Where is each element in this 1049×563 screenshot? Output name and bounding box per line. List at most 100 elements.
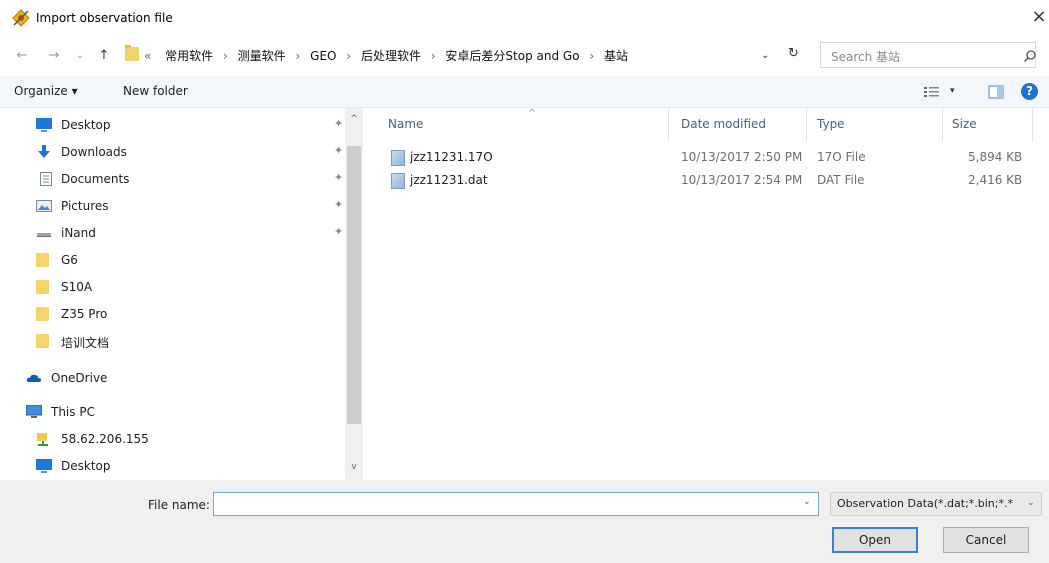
drive-icon [37, 233, 51, 237]
address-bar[interactable]: « 常用软件 › 测量软件 › GEO › 后处理软件 › 安卓后差分Stop … [122, 43, 812, 67]
file-type: DAT File [817, 173, 865, 187]
search-input[interactable]: Search 基站 [820, 42, 1036, 68]
folder-icon [36, 253, 49, 267]
sidebar-item-onedrive[interactable]: OneDrive [0, 365, 344, 391]
file-date: 10/13/2017 2:54 PM [681, 173, 803, 187]
table-row[interactable]: jzz11231.dat 10/13/2017 2:54 PM DAT File… [376, 170, 1036, 192]
dialog-footer: File name: ⌄ Observation Data(*.dat;*.bi… [0, 480, 1049, 563]
window-title: Import observation file [36, 11, 173, 25]
app-icon [12, 9, 30, 27]
column-divider[interactable] [1032, 108, 1033, 142]
sort-ascending-icon: ^ [528, 108, 537, 119]
sidebar-item-network-drive[interactable]: 58.62.206.155 [0, 426, 344, 452]
pin-icon[interactable]: ✦ [334, 198, 343, 211]
column-header-type[interactable]: Type [817, 117, 845, 131]
sidebar-item-s10a[interactable]: S10A [0, 274, 344, 300]
organize-button[interactable]: Organize ▾ [14, 84, 78, 98]
scroll-down-icon[interactable]: v [345, 462, 363, 476]
recent-locations-icon[interactable]: ⌄ [72, 46, 88, 66]
address-dropdown-icon[interactable]: ⌄ [761, 48, 775, 64]
breadcrumb-separator: › [346, 49, 352, 63]
pictures-icon [36, 200, 52, 212]
sidebar-scrollbar[interactable]: ^ v [345, 108, 363, 480]
folder-icon [36, 307, 49, 321]
folder-icon [36, 334, 49, 348]
network-drive-icon [37, 433, 48, 446]
desktop-icon [36, 459, 52, 473]
view-options-icon[interactable] [923, 85, 941, 99]
scrollbar-thumb[interactable] [347, 146, 361, 424]
breadcrumb-separator: › [295, 49, 301, 63]
file-name: jzz11231.17O [410, 150, 493, 164]
breadcrumb-separator: › [589, 49, 595, 63]
scroll-up-icon[interactable]: ^ [345, 114, 363, 128]
sidebar-item-g6[interactable]: G6 [0, 247, 344, 273]
file-name-dropdown-icon[interactable]: ⌄ [803, 497, 815, 511]
file-name-label: File name: [148, 498, 210, 512]
sidebar-item-desktop-2[interactable]: Desktop [0, 453, 344, 479]
folder-icon [36, 280, 49, 294]
sidebar-item-pictures[interactable]: Pictures ✦ [0, 193, 344, 219]
sidebar-item-this-pc[interactable]: This PC [0, 399, 344, 425]
column-header-date-modified[interactable]: Date modified [681, 117, 766, 131]
cancel-button[interactable]: Cancel [943, 527, 1029, 553]
open-button[interactable]: Open [832, 527, 918, 553]
search-icon[interactable] [1023, 49, 1037, 63]
refresh-icon[interactable]: ↻ [788, 45, 804, 63]
pin-icon[interactable]: ✦ [334, 144, 343, 157]
breadcrumb-item[interactable]: 基站 [604, 49, 628, 63]
file-size: 2,416 KB [968, 173, 1023, 187]
up-arrow-icon[interactable]: ↑ [96, 46, 112, 66]
sidebar-item-label: Desktop [61, 118, 111, 132]
table-row[interactable]: jzz11231.17O 10/13/2017 2:50 PM 17O File… [376, 147, 1036, 169]
help-icon[interactable]: ? [1021, 83, 1038, 100]
sidebar-item-label: OneDrive [51, 371, 108, 385]
breadcrumb-item[interactable]: 后处理软件 [361, 49, 421, 63]
column-divider[interactable] [668, 108, 669, 142]
column-divider[interactable] [942, 108, 943, 142]
file-icon [391, 173, 405, 189]
breadcrumb-item[interactable]: 安卓后差分Stop and Go [445, 49, 579, 63]
file-type: 17O File [817, 150, 866, 164]
forward-arrow-icon[interactable]: → [46, 46, 62, 66]
file-type-filter-select[interactable]: Observation Data(*.dat;*.bin;*.* ⌄ [830, 492, 1042, 516]
sidebar-item-training-docs[interactable]: 培训文档 [0, 328, 344, 354]
preview-pane-icon[interactable] [988, 85, 1004, 99]
column-divider[interactable] [806, 108, 807, 142]
onedrive-icon [26, 374, 41, 382]
new-folder-button[interactable]: New folder [123, 84, 188, 98]
back-arrow-icon[interactable]: ← [14, 46, 30, 66]
file-date: 10/13/2017 2:50 PM [681, 150, 803, 164]
sidebar-item-label: Desktop [61, 459, 111, 473]
breadcrumb-overflow-icon[interactable]: « [144, 49, 151, 63]
downloads-icon [38, 145, 50, 158]
search-placeholder: Search 基站 [831, 50, 901, 64]
view-dropdown-icon[interactable]: ▾ [950, 86, 960, 98]
sidebar-item-documents[interactable]: Documents ✦ [0, 166, 344, 192]
file-type-filter-value: Observation Data(*.dat;*.bin;*.* [837, 497, 1013, 510]
column-header-name[interactable]: Name [388, 117, 423, 131]
file-name: jzz11231.dat [410, 173, 488, 187]
breadcrumb-item[interactable]: GEO [310, 49, 336, 63]
chevron-down-icon: ⌄ [1027, 498, 1035, 508]
sidebar-item-desktop[interactable]: Desktop ✦ [0, 112, 344, 138]
folder-icon [125, 45, 139, 61]
sidebar-item-inand[interactable]: iNand ✦ [0, 220, 344, 246]
file-icon [391, 150, 405, 166]
breadcrumb: « 常用软件 › 测量软件 › GEO › 后处理软件 › 安卓后差分Stop … [144, 47, 628, 64]
breadcrumb-item[interactable]: 测量软件 [238, 49, 286, 63]
pc-icon [26, 405, 42, 418]
sidebar-item-label: S10A [61, 280, 93, 294]
sidebar-item-z35-pro[interactable]: Z35 Pro [0, 301, 344, 327]
file-name-input[interactable] [213, 492, 819, 516]
sidebar-item-label: 58.62.206.155 [61, 432, 149, 446]
pin-icon[interactable]: ✦ [334, 171, 343, 184]
pin-icon[interactable]: ✦ [334, 225, 343, 238]
sidebar-item-label: G6 [61, 253, 78, 267]
close-icon[interactable]: × [1030, 6, 1048, 28]
breadcrumb-item[interactable]: 常用软件 [165, 49, 213, 63]
sidebar-item-downloads[interactable]: Downloads ✦ [0, 139, 344, 165]
file-list: ^ Name Date modified Type Size jzz11231.… [376, 108, 1049, 480]
pin-icon[interactable]: ✦ [334, 117, 343, 130]
column-header-size[interactable]: Size [952, 117, 977, 131]
